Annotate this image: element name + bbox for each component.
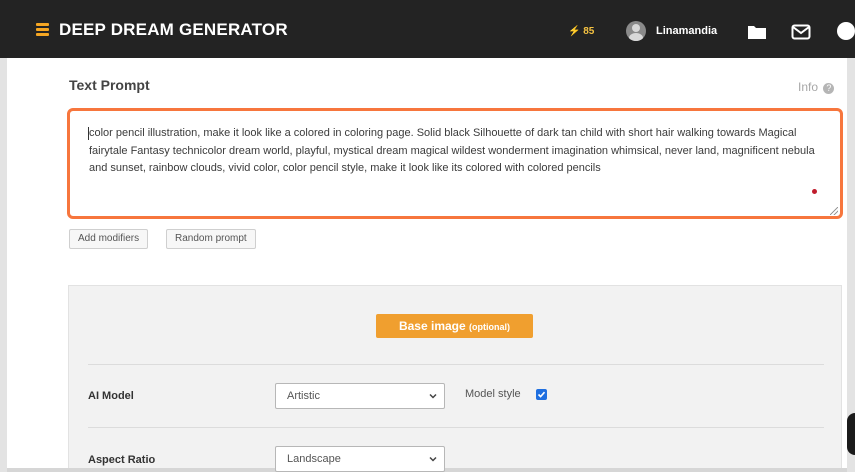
avatar[interactable] [626, 21, 646, 41]
mail-icon[interactable] [791, 24, 811, 40]
ai-model-label: AI Model [88, 390, 134, 402]
model-style-checkbox[interactable] [536, 389, 547, 400]
ai-model-value: Artistic [287, 390, 320, 402]
info-link[interactable]: Info ? [798, 80, 835, 94]
add-modifiers-button[interactable]: Add modifiers [69, 229, 149, 249]
divider [88, 427, 824, 428]
ai-model-select[interactable]: Artistic [275, 383, 445, 409]
prompt-text: color pencil illustration, make it look … [89, 127, 815, 174]
aspect-ratio-label: Aspect Ratio [88, 454, 156, 466]
menu-icon[interactable] [36, 23, 49, 37]
recording-dot-icon [812, 189, 817, 194]
chevron-down-icon [429, 456, 437, 462]
folder-icon[interactable] [747, 24, 767, 40]
checkmark-icon [537, 391, 546, 398]
settings-card [68, 285, 842, 468]
prompt-textarea[interactable]: color pencil illustration, make it look … [67, 108, 843, 219]
floating-widget-tab[interactable] [847, 413, 855, 455]
question-icon: ? [823, 83, 835, 94]
info-label: Info [798, 80, 819, 94]
base-image-label: Base image [398, 319, 466, 333]
resize-handle-icon[interactable] [830, 207, 838, 215]
energy-counter[interactable]: ⚡ 85 [568, 26, 594, 37]
random-prompt-button[interactable]: Random prompt [166, 229, 256, 249]
username-link[interactable]: Linamandia [656, 25, 717, 37]
chevron-down-icon [429, 393, 437, 399]
aspect-ratio-select[interactable]: Landscape [275, 446, 445, 472]
help-icon[interactable] [836, 21, 855, 41]
divider [88, 364, 824, 365]
left-gutter [0, 58, 7, 472]
lightning-icon: ⚡ [568, 26, 581, 37]
top-navbar: DEEP DREAM GENERATOR ⚡ 85 Linamandia [0, 0, 855, 58]
right-gutter [847, 58, 855, 472]
brand-title[interactable]: DEEP DREAM GENERATOR [59, 20, 288, 40]
base-image-button[interactable]: Base image (optional) [376, 314, 533, 338]
energy-count: 85 [583, 26, 595, 37]
aspect-ratio-value: Landscape [287, 453, 341, 465]
base-image-optional: (optional) [469, 322, 511, 332]
section-title: Text Prompt [69, 77, 150, 93]
model-style-label: Model style [465, 388, 521, 400]
